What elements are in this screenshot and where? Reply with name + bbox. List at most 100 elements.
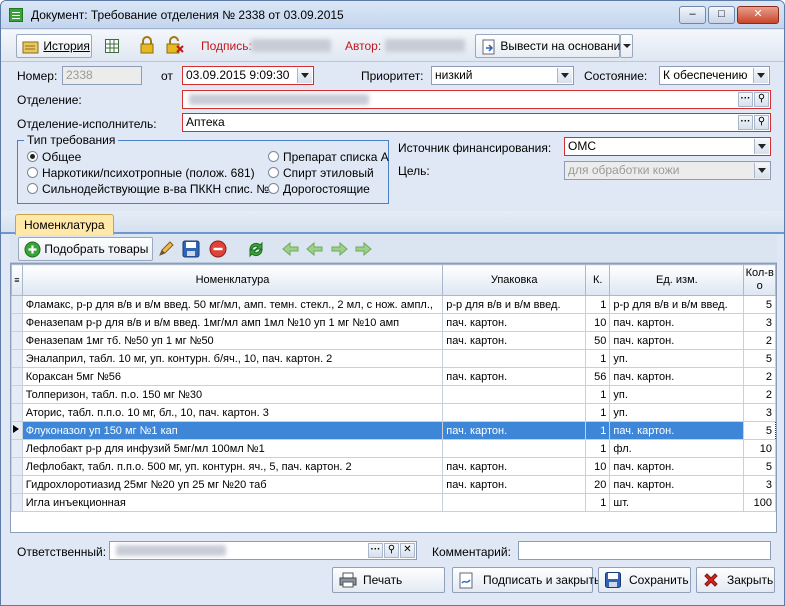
base-on-button[interactable]: Вывести на основании: [475, 34, 627, 58]
cell-pack[interactable]: пач. картон.: [442, 421, 587, 440]
cell-qty[interactable]: 2: [743, 385, 776, 404]
row-indicator[interactable]: [11, 457, 23, 476]
radio-general[interactable]: Общее: [27, 150, 81, 164]
ellipsis-icon[interactable]: ···: [738, 92, 753, 107]
row-indicator[interactable]: [11, 385, 23, 404]
cell-k[interactable]: 1: [585, 349, 611, 368]
cell-unit[interactable]: пач. картон.: [609, 313, 745, 332]
table-row[interactable]: Аторис, табл. п.п.о. 10 мг, бл., 10, пач…: [11, 403, 776, 422]
cell-pack[interactable]: [442, 349, 587, 368]
cell-k[interactable]: 10: [585, 457, 611, 476]
table-row[interactable]: Гидрохлоротиазид 25мг №20 уп 25 мг №20 т…: [11, 475, 776, 494]
table-row[interactable]: Феназепам р-р для в/в и в/м введ. 1мг/мл…: [11, 313, 776, 332]
cell-pack[interactable]: р-р для в/в и в/м введ.: [442, 295, 587, 314]
cell-k[interactable]: 1: [585, 295, 611, 314]
cell-k[interactable]: 1: [585, 439, 611, 458]
cell-unit[interactable]: фл.: [609, 439, 745, 458]
cell-unit[interactable]: шт.: [609, 493, 745, 512]
date-dropdown-icon[interactable]: [297, 68, 312, 83]
cell-qty[interactable]: 3: [743, 313, 776, 332]
unlock-icon[interactable]: [165, 36, 185, 54]
edit-icon[interactable]: [157, 240, 175, 258]
clear-icon[interactable]: ✕: [400, 543, 415, 558]
cell-name[interactable]: Флуконазол уп 150 мг №1 кап: [21, 421, 444, 440]
cell-name[interactable]: Фламакс, р-р для в/в и в/м введ. 50 мг/м…: [21, 295, 444, 314]
cell-unit[interactable]: уп.: [609, 403, 745, 422]
radio-ethanol[interactable]: Спирт этиловый: [268, 166, 374, 180]
maximize-button[interactable]: □: [708, 6, 735, 24]
cell-pack[interactable]: пач. картон.: [442, 367, 587, 386]
cell-unit[interactable]: уп.: [609, 385, 745, 404]
row-indicator[interactable]: [11, 493, 23, 512]
department-field[interactable]: ··· ⚲: [182, 90, 771, 109]
table-row[interactable]: Эналаприл, табл. 10 мг, уп. контурн. б/я…: [11, 349, 776, 368]
cell-name[interactable]: Феназепам 1мг тб. №50 уп 1 мг №50: [21, 331, 444, 350]
cell-qty[interactable]: 5: [743, 295, 776, 314]
history-button[interactable]: История: [16, 34, 92, 58]
table-row[interactable]: Лефлобакт р-р для инфузий 5мг/мл 100мл №…: [11, 439, 776, 458]
row-indicator[interactable]: [11, 295, 23, 314]
close-button[interactable]: Закрыть: [696, 567, 775, 593]
col-name-header[interactable]: Номенклатура: [21, 264, 444, 296]
col-k-header[interactable]: К.: [585, 264, 611, 296]
cell-k[interactable]: 20: [585, 475, 611, 494]
sign-close-button[interactable]: Подписать и закрыть: [452, 567, 600, 593]
radio-potent[interactable]: Сильнодействующие в-ва ПККН спис. №1: [27, 182, 276, 196]
row-indicator[interactable]: [11, 349, 23, 368]
row-indicator[interactable]: [11, 475, 23, 494]
last-icon[interactable]: [354, 241, 372, 257]
priority-select[interactable]: низкий: [431, 66, 574, 85]
cell-unit[interactable]: пач. картон.: [609, 421, 745, 440]
cell-pack[interactable]: [442, 439, 587, 458]
cell-unit[interactable]: р-р для в/в и в/м введ.: [609, 295, 745, 314]
pick-goods-button[interactable]: Подобрать товары: [18, 237, 153, 261]
state-dropdown-icon[interactable]: [753, 68, 768, 83]
executor-field[interactable]: Аптека ··· ⚲: [182, 113, 771, 132]
comment-field[interactable]: [518, 541, 771, 560]
nomenclature-grid[interactable]: ≡ Номенклатура Упаковка К. Ед. изм. Кол-…: [10, 263, 777, 533]
financing-dropdown-icon[interactable]: [754, 139, 769, 154]
cell-qty[interactable]: 10: [743, 439, 776, 458]
ellipsis-icon[interactable]: ···: [368, 543, 383, 558]
search-icon[interactable]: ⚲: [754, 115, 769, 130]
cell-pack[interactable]: пач. картон.: [442, 331, 587, 350]
lock-icon[interactable]: [139, 36, 155, 54]
cell-pack[interactable]: пач. картон.: [442, 313, 587, 332]
cell-k[interactable]: 1: [585, 403, 611, 422]
cell-name[interactable]: Аторис, табл. п.п.о. 10 мг, бл., 10, пач…: [21, 403, 444, 422]
close-window-button[interactable]: ✕: [737, 6, 779, 24]
first-icon[interactable]: [282, 241, 300, 257]
print-button[interactable]: Печать: [332, 567, 445, 593]
cell-pack[interactable]: [442, 385, 587, 404]
row-indicator[interactable]: [11, 439, 23, 458]
tab-nomenclature[interactable]: Номенклатура: [15, 214, 114, 235]
radio-narcotics[interactable]: Наркотики/психотропные (полож. 681): [27, 166, 255, 180]
table-row[interactable]: Кораксан 5мг №56 пач. картон. 56 пач. карто…: [11, 367, 776, 386]
cell-pack[interactable]: пач. картон.: [442, 475, 587, 494]
cell-pack[interactable]: [442, 403, 587, 422]
cell-name[interactable]: Лефлобакт, табл. п.п.о. 500 мг, уп. конт…: [21, 457, 444, 476]
responsible-field[interactable]: ··· ⚲ ✕: [109, 541, 417, 560]
table-row[interactable]: Игла инъекционная 1 шт. 100: [11, 493, 776, 512]
date-field[interactable]: 03.09.2015 9:09:30: [182, 66, 314, 85]
refresh-icon[interactable]: [246, 239, 266, 259]
table-row[interactable]: Фламакс, р-р для в/в и в/м введ. 50 мг/м…: [11, 295, 776, 314]
table-row[interactable]: Флуконазол уп 150 мг №1 кап пач. картон. 1…: [11, 421, 776, 440]
col-unit-header[interactable]: Ед. изм.: [609, 264, 745, 296]
cell-unit[interactable]: пач. картон.: [609, 367, 745, 386]
cell-k[interactable]: 50: [585, 331, 611, 350]
row-indicator[interactable]: [11, 313, 23, 332]
delete-icon[interactable]: [209, 240, 227, 258]
cell-pack[interactable]: пач. картон.: [442, 457, 587, 476]
row-indicator[interactable]: [11, 421, 23, 440]
ellipsis-icon[interactable]: ···: [738, 115, 753, 130]
row-indicator[interactable]: [11, 403, 23, 422]
row-indicator[interactable]: [11, 367, 23, 386]
table-row[interactable]: Лефлобакт, табл. п.п.о. 500 мг, уп. конт…: [11, 457, 776, 476]
financing-select[interactable]: ОМС: [564, 137, 771, 156]
row-indicator[interactable]: [11, 331, 23, 350]
save-icon[interactable]: [182, 240, 200, 258]
cell-qty[interactable]: 2: [743, 367, 776, 386]
cell-pack[interactable]: [442, 493, 587, 512]
cell-qty[interactable]: 3: [743, 475, 776, 494]
